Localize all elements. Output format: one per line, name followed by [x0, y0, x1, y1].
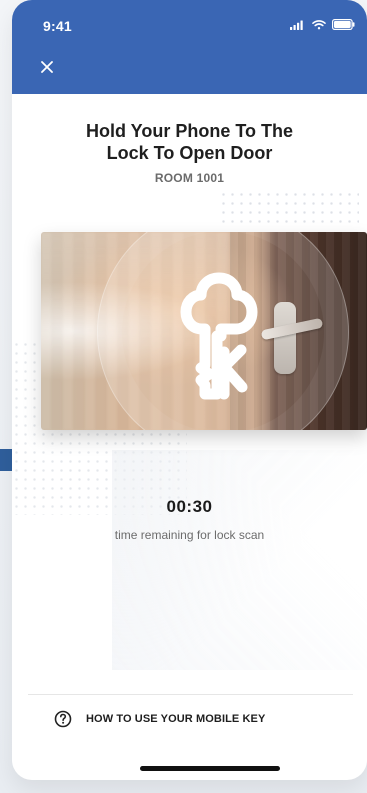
status-time: 9:41 [43, 18, 72, 34]
top-header: 9:41 [12, 0, 367, 94]
wifi-icon [312, 19, 326, 29]
footer-divider [28, 694, 353, 695]
mobile-key-screen: 9:41 Hold Your Phone To The Lock To Open… [12, 0, 367, 780]
decorative-dots-top [219, 190, 359, 228]
close-button[interactable] [38, 58, 56, 76]
door-lock-hero-image [41, 232, 367, 430]
key-icon [180, 272, 258, 400]
room-number: ROOM 1001 [154, 171, 225, 185]
home-indicator [140, 766, 280, 771]
page-title-line-2: Lock To Open Door [106, 143, 273, 163]
question-circle-icon [54, 710, 72, 728]
mobile-key-help-link[interactable]: HOW TO USE YOUR MOBILE KEY [54, 710, 265, 728]
page-title: Hold Your Phone To The Lock To Open Door [12, 120, 367, 164]
battery-icon [332, 19, 355, 30]
countdown-timer: 00:30 [166, 497, 213, 516]
status-icons [290, 19, 355, 30]
close-icon [41, 61, 53, 73]
countdown-caption: time remaining for lock scan [114, 528, 265, 542]
cellular-signal-icon [290, 20, 303, 30]
mobile-key-help-label: HOW TO USE YOUR MOBILE KEY [86, 713, 266, 725]
page-title-line-1: Hold Your Phone To The [86, 121, 293, 141]
background-accent-bar [0, 449, 12, 471]
